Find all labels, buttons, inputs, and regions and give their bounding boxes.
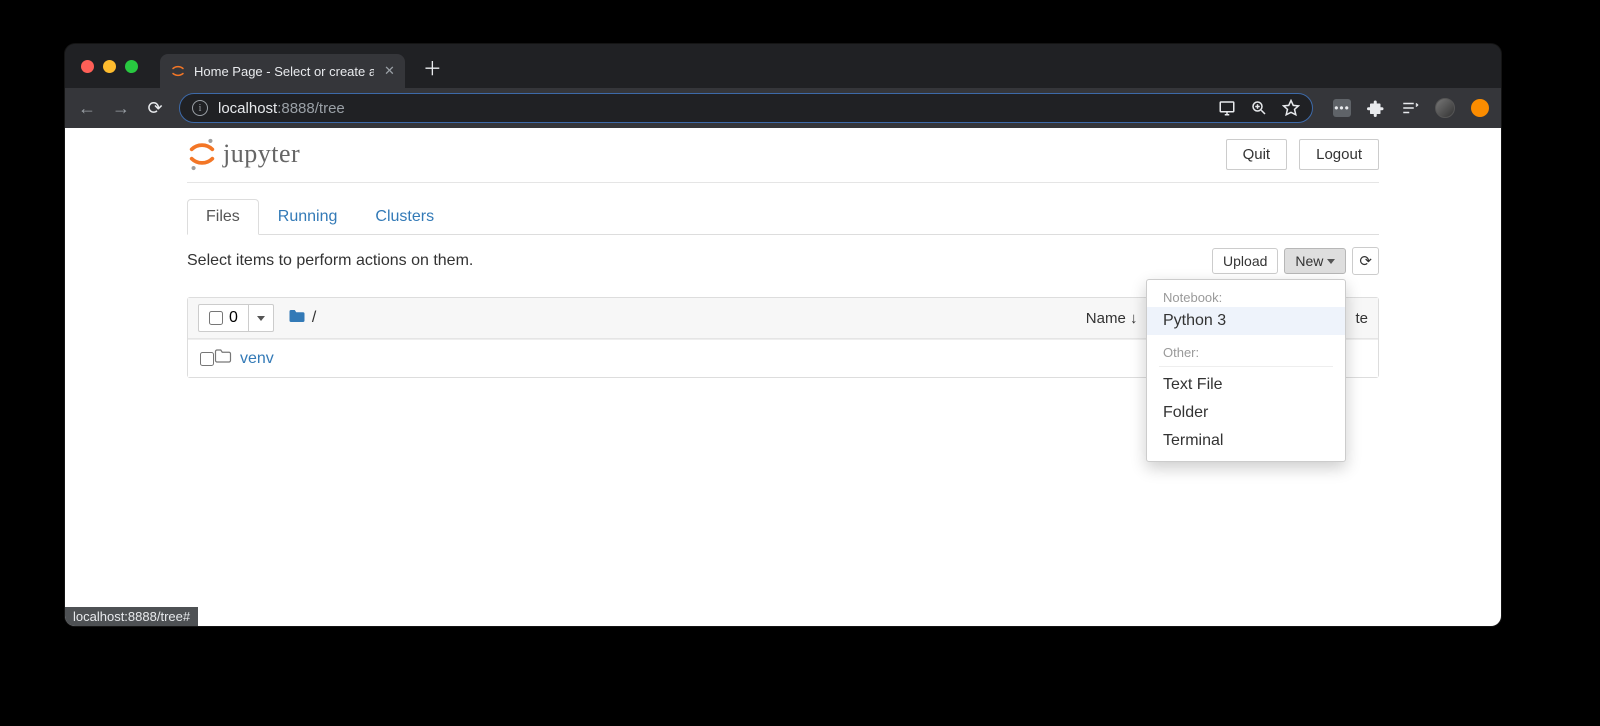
profile-avatar[interactable] <box>1435 98 1455 118</box>
caret-down-icon <box>257 316 265 321</box>
jupyter-favicon <box>170 63 186 79</box>
menu-item-folder[interactable]: Folder <box>1147 399 1345 427</box>
select-dropdown-caret[interactable] <box>249 312 273 324</box>
jupyter-logo[interactable]: jupyter <box>187 134 300 174</box>
url-path: :8888/tree <box>277 100 345 117</box>
jupyter-logo-text: jupyter <box>223 139 300 169</box>
install-pwa-icon[interactable] <box>1218 99 1236 117</box>
more-icon[interactable]: ••• <box>1333 99 1351 117</box>
browser-tab[interactable]: Home Page - Select or create a ✕ <box>160 54 405 88</box>
select-all-checkbox[interactable] <box>209 311 223 325</box>
menu-item-terminal[interactable]: Terminal <box>1147 427 1345 455</box>
menu-item-text-file[interactable]: Text File <box>1147 371 1345 399</box>
col-file-size-partial: te <box>1355 310 1368 327</box>
tab-strip: Home Page - Select or create a ✕ ＋ <box>65 44 1501 88</box>
back-button[interactable]: ← <box>77 98 97 119</box>
menu-item-python3[interactable]: Python 3 <box>1147 307 1345 335</box>
browser-window: Home Page - Select or create a ✕ ＋ ← → ⟳… <box>65 44 1501 626</box>
breadcrumb[interactable]: / <box>288 308 316 329</box>
address-bar[interactable]: i localhost :8888/tree <box>179 93 1313 123</box>
tab-title: Home Page - Select or create a <box>194 64 374 79</box>
site-info-icon[interactable]: i <box>192 100 208 116</box>
folder-outline-icon <box>214 348 232 369</box>
status-tooltip: localhost:8888/tree# <box>65 607 198 626</box>
folder-icon <box>288 308 306 329</box>
jupyter-tabs: Files Running Clusters <box>187 199 1379 235</box>
zoom-icon[interactable] <box>1250 99 1268 117</box>
select-all-control[interactable]: 0 <box>198 304 274 332</box>
bookmark-star-icon[interactable] <box>1282 99 1300 117</box>
menu-section-other: Other: <box>1147 341 1345 362</box>
caret-down-icon <box>1327 259 1335 264</box>
quit-button[interactable]: Quit <box>1226 139 1288 170</box>
jupyter-header: jupyter Quit Logout <box>187 128 1379 183</box>
breadcrumb-root: / <box>312 309 316 327</box>
action-row: Select items to perform actions on them.… <box>187 247 1379 275</box>
browser-toolbar: ← → ⟳ i localhost :8888/tree ••• <box>65 88 1501 128</box>
menu-section-notebook: Notebook: <box>1147 286 1345 307</box>
new-button-label: New <box>1295 253 1323 269</box>
reading-list-icon[interactable] <box>1401 99 1419 117</box>
logout-button[interactable]: Logout <box>1299 139 1379 170</box>
new-tab-button[interactable]: ＋ <box>423 60 442 79</box>
selected-count: 0 <box>229 309 238 327</box>
tab-running[interactable]: Running <box>259 199 357 235</box>
refresh-icon: ⟳ <box>1359 252 1372 270</box>
tab-clusters[interactable]: Clusters <box>356 199 453 235</box>
minimize-window-button[interactable] <box>103 60 116 73</box>
upload-button[interactable]: Upload <box>1212 248 1278 274</box>
toolbar-right: ••• <box>1333 98 1489 118</box>
new-dropdown-menu: Notebook: Python 3 Other: Text File Fold… <box>1146 279 1346 462</box>
new-dropdown-button[interactable]: New <box>1284 248 1346 274</box>
forward-button[interactable]: → <box>111 98 131 119</box>
hint-text: Select items to perform actions on them. <box>187 252 473 270</box>
reload-button[interactable]: ⟳ <box>145 98 165 119</box>
tab-files[interactable]: Files <box>187 199 259 235</box>
page-content: jupyter Quit Logout Files Running Cluste… <box>65 128 1501 626</box>
sort-by-name[interactable]: Name ↓ <box>1086 310 1138 327</box>
arrow-down-icon: ↓ <box>1130 310 1138 327</box>
extensions-icon[interactable] <box>1367 99 1385 117</box>
refresh-button[interactable]: ⟳ <box>1352 247 1379 275</box>
menu-divider <box>1159 366 1333 367</box>
maximize-window-button[interactable] <box>125 60 138 73</box>
row-name-link[interactable]: venv <box>240 350 274 368</box>
tab-close-button[interactable]: ✕ <box>384 63 395 79</box>
row-checkbox[interactable] <box>200 352 214 366</box>
close-window-button[interactable] <box>81 60 94 73</box>
window-controls <box>81 60 138 73</box>
url-host: localhost <box>218 100 277 117</box>
update-indicator-icon[interactable] <box>1471 99 1489 117</box>
